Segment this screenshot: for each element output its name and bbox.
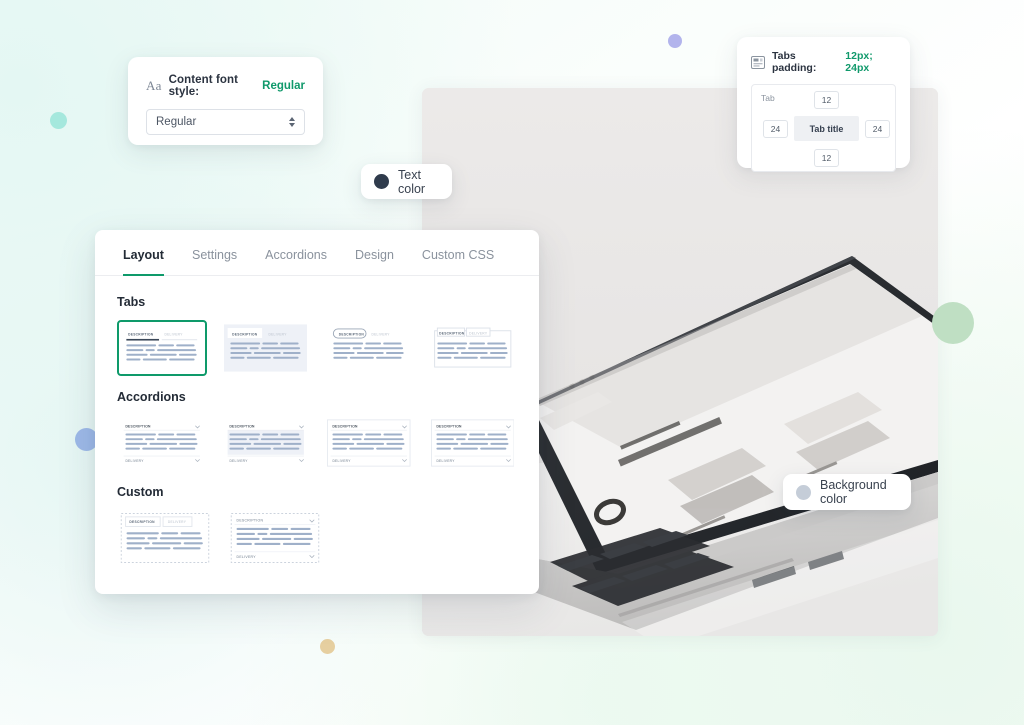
section-title: Tabs: [117, 295, 146, 309]
svg-text:DELIVERY: DELIVERY: [268, 332, 287, 336]
background-color-pill[interactable]: Background color: [783, 474, 911, 510]
aa-letter-icon: Aa: [146, 78, 162, 93]
custom-style-tabs[interactable]: DESCRIPTION DELIVERY: [117, 510, 213, 566]
tab-design[interactable]: Design: [355, 248, 394, 276]
tab-custom-css[interactable]: Custom CSS: [422, 248, 494, 276]
svg-text:DELIVERY: DELIVERY: [164, 332, 183, 336]
svg-text:DESCRIPTION: DESCRIPTION: [125, 425, 151, 429]
accordion-style-filled[interactable]: DESCRIPTION DESCRIPTION DELIVERY: [220, 415, 310, 471]
section-custom: Custom DESCRIPTION DELIVERY DESCRIPTION DELI…: [117, 485, 517, 566]
svg-text:DELIVERY: DELIVERY: [237, 555, 257, 559]
section-title: Custom: [117, 485, 164, 499]
font-card-value: Regular: [262, 80, 305, 92]
tab-settings[interactable]: Settings: [192, 248, 237, 276]
thumbnail-preview: DESCRIPTION DESCRIPTION DELIVERY: [120, 418, 204, 468]
padding-left-input[interactable]: 24: [763, 120, 788, 138]
tab-accordions[interactable]: Accordions: [265, 248, 327, 276]
font-card-header: Aa Content font style: Regular: [146, 74, 305, 98]
svg-text:DELIVERY: DELIVERY: [469, 331, 488, 335]
thumbnail-row: DESCRIPTION DESCRIPTION DELIVERY DESCRIPTIO…: [117, 415, 517, 471]
deco-circle-green: [932, 302, 974, 344]
svg-text:DESCRIPTION: DESCRIPTION: [128, 332, 154, 336]
padding-top-input[interactable]: 12: [814, 91, 839, 109]
tabs-padding-value: 12px; 24px: [845, 50, 873, 74]
color-swatch-icon[interactable]: [796, 484, 811, 500]
svg-text:DESCRIPTION: DESCRIPTION: [232, 332, 258, 336]
deco-circle-tan: [320, 639, 335, 654]
thumbnail-preview: DESCRIPTION DELIVERY: [120, 513, 210, 563]
thumbnail-preview: DESCRIPTION DELIVERY: [120, 323, 204, 373]
svg-text:DESCRIPTION: DESCRIPTION: [339, 332, 365, 336]
tabs-style-underline[interactable]: DESCRIPTION DELIVERY: [117, 320, 207, 376]
thumbnail-preview: DESCRIPTION DELIVERY: [230, 513, 320, 563]
svg-text:DELIVERY: DELIVERY: [168, 520, 187, 524]
panel-tabbar: Layout Settings Accordions Design Custom CSS: [95, 230, 539, 276]
tabs-style-boxed[interactable]: DESCRIPTION DELIVERY: [427, 320, 517, 376]
svg-text:DESCRIPTION: DESCRIPTION: [439, 331, 465, 335]
padding-bottom-input[interactable]: 12: [814, 149, 839, 167]
svg-text:DESCRIPTION: DESCRIPTION: [229, 425, 255, 429]
thumbnail-preview: DESCRIPTION DESCRIPTION DELIVERY: [430, 418, 514, 468]
padding-layout-icon: [751, 55, 765, 69]
page-background: Aa Content font style: Regular Regular T…: [0, 0, 1024, 725]
svg-text:DELIVERY: DELIVERY: [332, 459, 351, 463]
svg-text:DELIVERY: DELIVERY: [229, 459, 248, 463]
padding-right-input[interactable]: 24: [865, 120, 890, 138]
svg-text:DESCRIPTION: DESCRIPTION: [332, 425, 358, 429]
svg-text:DESCRIPTION: DESCRIPTION: [129, 520, 155, 524]
tabs-padding-preview-label: Tab: [761, 93, 775, 103]
thumbnail-row: DESCRIPTION DELIVERY DESCRIPTION DELIVERY DE…: [117, 320, 517, 376]
content-font-style-card: Aa Content font style: Regular Regular: [128, 57, 323, 145]
tabs-style-pill[interactable]: DESCRIPTION DELIVERY: [324, 320, 414, 376]
tabs-padding-card: Tabs padding: 12px; 24px Tab 12 24 Tab t…: [737, 37, 910, 172]
accordion-style-boxed[interactable]: DESCRIPTION DESCRIPTION DELIVERY: [427, 415, 517, 471]
font-card-label: Content font style:: [168, 74, 239, 98]
section-title: Accordions: [117, 390, 186, 404]
text-color-label: Text color: [398, 167, 426, 196]
content-font-style-select[interactable]: Regular: [146, 109, 305, 135]
content-font-style-select-value: Regular: [156, 116, 197, 128]
section-tabs: Tabs DESCRIPTION DELIVERY DESCRIPTION DELIVE…: [117, 295, 517, 376]
deco-circle-violet: [668, 34, 682, 48]
svg-text:DELIVERY: DELIVERY: [371, 332, 390, 336]
updown-stepper-icon[interactable]: [289, 117, 295, 127]
editor-panel: Layout Settings Accordions Design Custom CSS…: [95, 230, 539, 594]
section-accordions: Accordions DESCRIPTION DESCRIPTION DELIVERY…: [117, 390, 517, 471]
deco-circle-teal: [50, 112, 67, 129]
accordion-style-divided[interactable]: DESCRIPTION DESCRIPTION DELIVERY: [324, 415, 414, 471]
tabs-padding-label: Tabs padding:: [772, 50, 817, 74]
svg-text:DELIVERY: DELIVERY: [436, 459, 455, 463]
accordion-style-plain[interactable]: DESCRIPTION DESCRIPTION DELIVERY: [117, 415, 207, 471]
thumbnail-preview: DESCRIPTION DELIVERY: [223, 323, 307, 373]
custom-style-accordion[interactable]: DESCRIPTION DELIVERY: [227, 510, 323, 566]
panel-body: Tabs DESCRIPTION DELIVERY DESCRIPTION DELIVE…: [95, 276, 539, 566]
tabs-padding-header: Tabs padding: 12px; 24px: [751, 50, 896, 74]
thumbnail-preview: DESCRIPTION DELIVERY: [327, 323, 411, 373]
background-color-label: Background color: [820, 478, 887, 506]
thumbnail-preview: DESCRIPTION DELIVERY: [431, 323, 515, 373]
thumbnail-row: DESCRIPTION DELIVERY DESCRIPTION DELIVERY: [117, 510, 517, 566]
tabs-padding-preview: Tab 12 24 Tab title 24 12: [751, 84, 896, 172]
color-swatch-icon[interactable]: [374, 174, 389, 189]
svg-text:DESCRIPTION: DESCRIPTION: [436, 425, 462, 429]
tab-layout[interactable]: Layout: [123, 248, 164, 276]
svg-text:DELIVERY: DELIVERY: [125, 459, 144, 463]
svg-text:DESCRIPTION: DESCRIPTION: [237, 519, 264, 523]
tabs-padding-center-label: Tab title: [794, 116, 859, 141]
thumbnail-preview: DESCRIPTION DESCRIPTION DELIVERY: [327, 418, 411, 468]
thumbnail-preview: DESCRIPTION DESCRIPTION DELIVERY: [224, 418, 308, 468]
tabs-style-filled[interactable]: DESCRIPTION DELIVERY: [220, 320, 310, 376]
text-color-pill[interactable]: Text color: [361, 164, 452, 199]
